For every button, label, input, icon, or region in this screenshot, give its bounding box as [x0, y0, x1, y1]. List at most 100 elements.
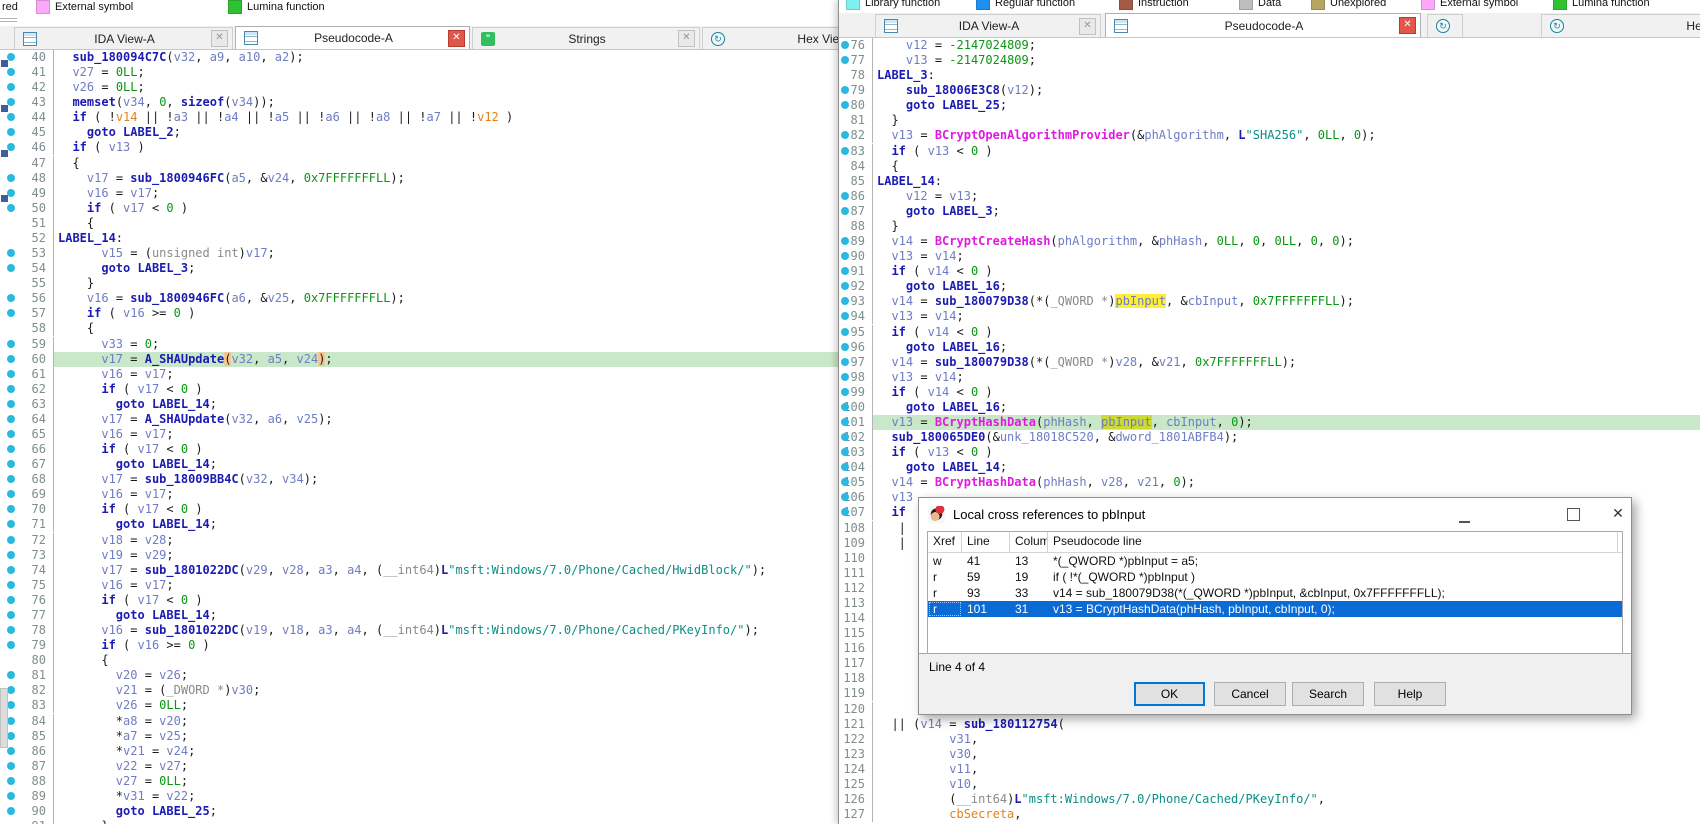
tab-pseudocode-a[interactable]: Pseudocode-A✕: [235, 26, 470, 49]
code-line[interactable]: 62 if ( v17 < 0 ): [0, 382, 838, 397]
code-line[interactable]: 55 }: [0, 276, 838, 291]
scrollbar-fragment[interactable]: [0, 688, 8, 748]
code-line[interactable]: 105 v14 = BCryptHashData(phHash, v28, v2…: [839, 475, 1700, 490]
code-line[interactable]: 84 {: [839, 159, 1700, 174]
minimize-button[interactable]: [1459, 512, 1470, 523]
tab-hex-view-1[interactable]: ↻Hex View-1: [1541, 14, 1700, 37]
code-line[interactable]: 102 sub_180065DE0(&unk_18018C520, &dword…: [839, 430, 1700, 445]
code-line[interactable]: 60 v17 = A_SHAUpdate(v32, a5, v24);: [0, 352, 838, 367]
code-line[interactable]: 103 if ( v13 < 0 ): [839, 445, 1700, 460]
code-line[interactable]: 90 v13 = v14;: [839, 249, 1700, 264]
code-line[interactable]: 91 if ( v14 < 0 ): [839, 264, 1700, 279]
code-line[interactable]: 79 sub_18006E3C8(v12);: [839, 83, 1700, 98]
code-line[interactable]: 97 v14 = sub_180079D38(*(_QWORD *)v28, &…: [839, 355, 1700, 370]
code-line[interactable]: 51 {: [0, 216, 838, 231]
code-line[interactable]: 75 v16 = v17;: [0, 578, 838, 593]
code-line[interactable]: 82 v13 = BCryptOpenAlgorithmProvider(&ph…: [839, 128, 1700, 143]
code-line[interactable]: 40 sub_180094C7C(v32, a9, a10, a2);: [0, 50, 838, 65]
ok-button[interactable]: OK: [1134, 682, 1205, 706]
code-line[interactable]: 122 v31,: [839, 732, 1700, 747]
code-line[interactable]: 100 goto LABEL_16;: [839, 400, 1700, 415]
code-line[interactable]: 84 *a8 = v20;: [0, 714, 838, 729]
code-line[interactable]: 81 v20 = v26;: [0, 668, 838, 683]
code-line[interactable]: 78LABEL_3:: [839, 68, 1700, 83]
splitter-grip[interactable]: [0, 18, 17, 19]
code-line[interactable]: 121 || (v14 = sub_180112754(: [839, 717, 1700, 732]
code-line[interactable]: 77 v13 = -2147024809;: [839, 53, 1700, 68]
code-line[interactable]: 68 v17 = sub_18009BB4C(v32, v34);: [0, 472, 838, 487]
code-line[interactable]: 72 v18 = v28;: [0, 533, 838, 548]
tab-ida-view-a[interactable]: IDA View-A✕: [14, 27, 233, 49]
search-button[interactable]: Search: [1292, 682, 1364, 706]
code-line[interactable]: 45 goto LABEL_2;: [0, 125, 838, 140]
code-line[interactable]: 123 v30,: [839, 747, 1700, 762]
column-header[interactable]: Pseudocode line: [1048, 532, 1618, 552]
xref-row[interactable]: r5919if ( !*(_QWORD *)pbInput ): [928, 569, 1622, 585]
code-line[interactable]: 78 v16 = sub_1801022DC(v19, v18, a3, a4,…: [0, 623, 838, 638]
code-line[interactable]: 90 goto LABEL_25;: [0, 804, 838, 819]
code-line[interactable]: 44 if ( !v14 || !a3 || !a4 || !a5 || !a6…: [0, 110, 838, 125]
column-header[interactable]: Xref: [928, 532, 962, 552]
code-line[interactable]: 73 v19 = v29;: [0, 548, 838, 563]
code-line[interactable]: 80 {: [0, 653, 838, 668]
code-line[interactable]: 83 v26 = 0LL;: [0, 698, 838, 713]
code-line[interactable]: 81 }: [839, 113, 1700, 128]
dock-marker-icon[interactable]: [1, 150, 8, 157]
code-line[interactable]: 89 v14 = BCryptCreateHash(phAlgorithm, &…: [839, 234, 1700, 249]
code-line[interactable]: 41 v27 = 0LL;: [0, 65, 838, 80]
code-line[interactable]: 74 v17 = sub_1801022DC(v29, v28, a3, a4,…: [0, 563, 838, 578]
tab-close-icon[interactable]: ✕: [1079, 18, 1096, 35]
code-line[interactable]: 76 v12 = -2147024809;: [839, 38, 1700, 53]
code-line[interactable]: 69 v16 = v17;: [0, 487, 838, 502]
code-line[interactable]: 43 memset(v34, 0, sizeof(v34));: [0, 95, 838, 110]
code-line[interactable]: 71 goto LABEL_14;: [0, 517, 838, 532]
code-line[interactable]: 82 v21 = (_DWORD *)v30;: [0, 683, 838, 698]
maximize-button[interactable]: [1567, 508, 1580, 521]
code-line[interactable]: 85LABEL_14:: [839, 174, 1700, 189]
close-button[interactable]: ✕: [1609, 506, 1627, 522]
code-line[interactable]: 48 v17 = sub_1800946FC(a5, &v24, 0x7FFFF…: [0, 171, 838, 186]
code-line[interactable]: 127 cbSecreta,: [839, 807, 1700, 822]
code-line[interactable]: 89 *v31 = v22;: [0, 789, 838, 804]
code-line[interactable]: 42 v26 = 0LL;: [0, 80, 838, 95]
column-header[interactable]: Column: [1010, 532, 1048, 552]
code-line[interactable]: 63 goto LABEL_14;: [0, 397, 838, 412]
column-header[interactable]: Line: [962, 532, 1010, 552]
help-button[interactable]: Help: [1374, 682, 1446, 706]
code-line[interactable]: 87 goto LABEL_3;: [839, 204, 1700, 219]
xref-row[interactable]: r9333v14 = sub_180079D38(*(_QWORD *)pbIn…: [928, 585, 1622, 601]
xref-row[interactable]: w4113*(_QWORD *)pbInput = a5;: [928, 553, 1622, 569]
code-line[interactable]: 53 v15 = (unsigned int)v17;: [0, 246, 838, 261]
code-line[interactable]: 86 *v21 = v24;: [0, 744, 838, 759]
tab-pseudocode-a[interactable]: Pseudocode-A✕: [1105, 13, 1421, 37]
code-line[interactable]: 58 {: [0, 321, 838, 336]
code-line[interactable]: 65 v16 = v17;: [0, 427, 838, 442]
code-line[interactable]: 93 v14 = sub_180079D38(*(_QWORD *)pbInpu…: [839, 294, 1700, 309]
code-line[interactable]: 88 v27 = 0LL;: [0, 774, 838, 789]
code-line[interactable]: 85 *a7 = v25;: [0, 729, 838, 744]
tab-close-icon[interactable]: ✕: [211, 30, 228, 47]
code-line[interactable]: 124 v11,: [839, 762, 1700, 777]
code-line[interactable]: 98 v13 = v14;: [839, 370, 1700, 385]
code-line[interactable]: 83 if ( v13 < 0 ): [839, 144, 1700, 159]
code-line[interactable]: 126 (__int64)L"msft:Windows/7.0/Phone/Ca…: [839, 792, 1700, 807]
code-line[interactable]: 79 if ( v16 >= 0 ): [0, 638, 838, 653]
code-line[interactable]: 86 v12 = v13;: [839, 189, 1700, 204]
code-line[interactable]: 54 goto LABEL_3;: [0, 261, 838, 276]
code-line[interactable]: 64 v17 = A_SHAUpdate(v32, a6, v25);: [0, 412, 838, 427]
xref-table[interactable]: XrefLineColumnPseudocode linew4113*(_QWO…: [927, 531, 1623, 654]
dock-marker-icon[interactable]: [1, 60, 8, 67]
dock-marker-icon[interactable]: [1, 105, 8, 112]
code-line[interactable]: 104 goto LABEL_14;: [839, 460, 1700, 475]
tab-icon[interactable]: ↻: [1427, 14, 1463, 37]
tab-close-icon[interactable]: ✕: [448, 30, 465, 47]
code-line[interactable]: 94 v13 = v14;: [839, 309, 1700, 324]
code-line[interactable]: 91 }: [0, 819, 838, 824]
tab-ida-view-a[interactable]: IDA View-A✕: [875, 14, 1101, 37]
code-line[interactable]: 67 goto LABEL_14;: [0, 457, 838, 472]
code-line[interactable]: 59 v33 = 0;: [0, 337, 838, 352]
code-line[interactable]: 57 if ( v16 >= 0 ): [0, 306, 838, 321]
tab-strings[interactable]: ”Strings✕: [472, 27, 700, 49]
cancel-button[interactable]: Cancel: [1214, 682, 1286, 706]
code-line[interactable]: 95 if ( v14 < 0 ): [839, 325, 1700, 340]
